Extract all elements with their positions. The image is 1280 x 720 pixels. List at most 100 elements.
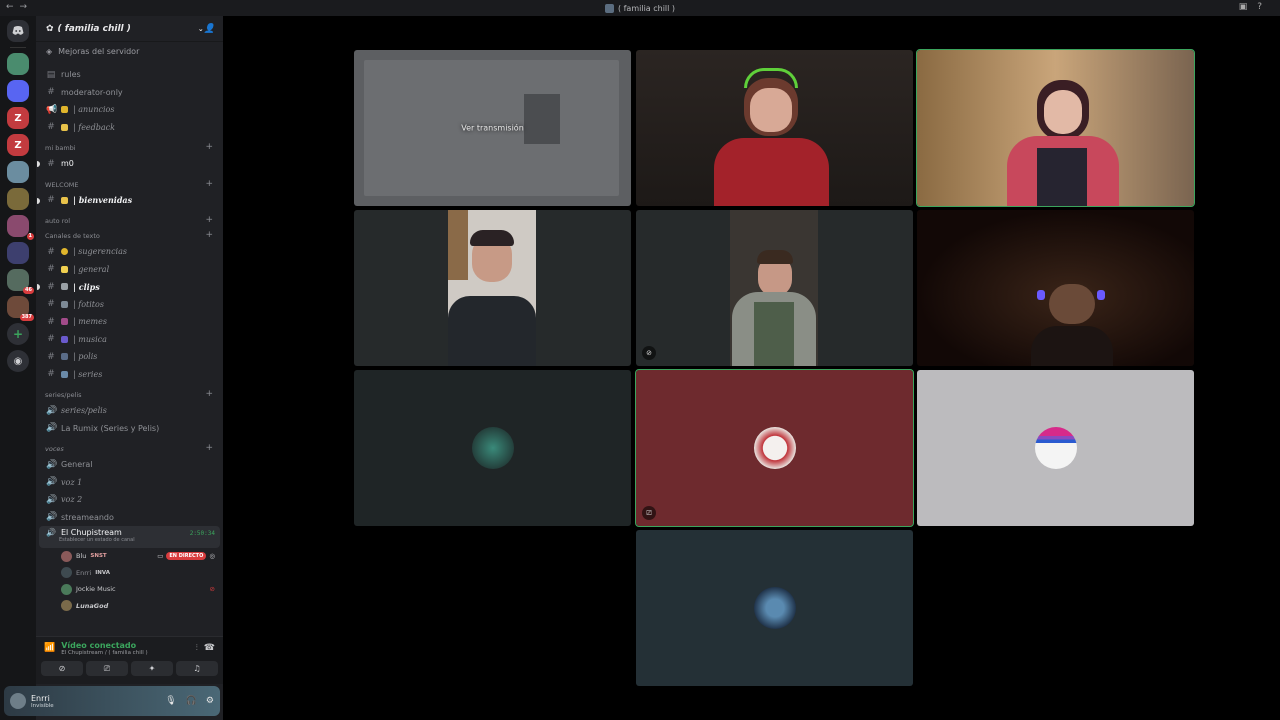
category-series-pelis[interactable]: series/pelis + [36,383,223,402]
forward-arrow-icon[interactable]: → [20,2,28,12]
channel-moderator-only[interactable]: # moderator-only [36,84,223,102]
user-avatar[interactable] [10,693,26,709]
username[interactable]: Enrri [31,694,54,703]
soundboard-button[interactable]: ♫ [176,661,218,676]
settings-gear-icon[interactable]: ⚙ [206,696,214,706]
meme-icon [61,318,68,326]
active-voice-channel[interactable]: 🔊 El Chupistream 2:50:34 Establecer un es… [39,526,220,548]
clip-icon [61,283,68,291]
add-channel-icon[interactable]: + [205,443,213,453]
activities-button[interactable]: ✦ [131,661,173,676]
voice-user[interactable]: Jockie Music ⊘ [36,581,223,598]
channel-anuncios[interactable]: 📢 | anuncios [36,101,223,119]
add-channel-icon[interactable]: + [205,389,213,399]
avatar [61,550,72,562]
category-mi-bambi[interactable]: mi bambi + [36,136,223,155]
voice-channel-path[interactable]: El Chupistream / ( familia chill ) [61,650,190,656]
voice-tile[interactable]: ⎚ [635,369,914,527]
channel-fotitos[interactable]: # | fotitos [36,296,223,314]
server-icon[interactable] [7,242,29,264]
add-server-icon[interactable]: + [7,323,29,345]
inbox-icon[interactable]: ▣ [1239,2,1248,12]
channel-sugerencias[interactable]: # | sugerencias [36,243,223,261]
channel-status[interactable]: Establecer un estado de canal [46,537,213,543]
help-icon[interactable]: ? [1257,2,1262,12]
video-tile[interactable] [917,210,1194,366]
voice-tile[interactable] [636,530,913,686]
headphones-icon[interactable]: 🎧 [186,696,197,706]
server-icon[interactable] [7,53,29,75]
wave-icon [61,196,68,204]
voice-channel-voz-2[interactable]: 🔊 voz 2 [36,491,223,509]
stream-tile[interactable]: Ver transmisión [354,50,631,206]
voice-channel-series-pelis[interactable]: 🔊 series/pelis [36,402,223,420]
channel-bienvenidas[interactable]: # | bienvenidas [36,192,223,210]
channel-memes[interactable]: # | memes [36,313,223,331]
server-header[interactable]: ✿ ( familia chill ) ⌄ 👤 [36,16,223,42]
watch-stream-label[interactable]: Ver transmisión [461,124,524,133]
category-welcome[interactable]: WELCOME + [36,173,223,192]
channel-rules[interactable]: ▤ rules [36,66,223,84]
video-tile[interactable] [916,49,1195,207]
channel-m0[interactable]: # m0 [36,155,223,173]
voice-user[interactable]: Blu SNST ▭ EN DIRECTO ◎ [36,548,223,565]
server-icon[interactable] [7,80,29,102]
server-icon[interactable]: 46 [7,269,34,294]
microphone-icon[interactable]: 🎙 [165,696,176,706]
participant-avatar [753,587,796,629]
voice-tile[interactable] [354,370,631,526]
bell-icon [61,106,68,114]
voice-channel-general[interactable]: 🔊 General [36,456,223,474]
server-icon[interactable]: Z [7,107,29,129]
voice-tile[interactable] [917,370,1194,526]
voice-user[interactable]: LunaGod [36,598,223,615]
category-auto-rol[interactable]: auto rol + [36,209,223,228]
add-channel-icon[interactable]: + [205,215,213,225]
speaker-icon: 🔊 [46,477,58,488]
photo-icon [61,300,68,308]
channel-musica[interactable]: # | musica [36,331,223,349]
discord-home-icon[interactable] [7,20,29,42]
noise-suppression-icon[interactable]: ⫶ [196,643,198,653]
category-canales-de-texto[interactable]: Canales de texto + [36,228,223,243]
server-icon[interactable] [7,161,29,183]
announcement-icon: 📢 [46,104,58,115]
add-channel-icon[interactable]: + [205,179,213,189]
add-channel-icon[interactable]: + [205,142,213,152]
channel-general[interactable]: # | general [36,261,223,279]
category-voces[interactable]: voces + [36,437,223,456]
back-arrow-icon[interactable]: ← [6,2,14,12]
speaker-icon: 🔊 [46,512,58,523]
screen-share-button[interactable]: ⎚ [86,661,128,676]
speaker-icon: 🔊 [46,405,58,416]
camera-off-button[interactable]: ⊘ [41,661,83,676]
channel-clips[interactable]: # | clips [36,278,223,296]
hash-icon: # [47,369,55,380]
server-icon[interactable]: 387 [7,296,34,321]
video-tile[interactable]: ⊘ [636,210,913,366]
explore-icon[interactable]: ◉ [7,350,29,372]
add-member-icon[interactable]: 👤 [204,24,215,34]
participant-video [706,68,836,206]
titlebar-actions: ▣ ? [1239,2,1262,12]
voice-user[interactable]: Enrri INVA [36,565,223,582]
add-channel-icon[interactable]: + [205,230,213,240]
disconnect-icon[interactable]: ☎ [204,643,215,653]
voice-channel-voz-1[interactable]: 🔊 voz 1 [36,474,223,492]
voice-channel-la-rumix[interactable]: 🔊 La Rumix (Series y Pelis) [36,420,223,438]
server-icon[interactable] [7,188,29,210]
server-boosts[interactable]: ◈ Mejoras del servidor [36,42,223,60]
channel-feedback[interactable]: # | feedback [36,119,223,137]
hash-icon: # [47,351,55,362]
hash-icon: # [47,158,55,169]
voice-channel-streameando[interactable]: 🔊 streameando [36,509,223,527]
voice-connected-label[interactable]: Vídeo conectado [61,641,190,650]
live-badge[interactable]: EN DIRECTO [166,552,207,561]
server-icon[interactable]: 1 [7,215,34,240]
server-icon[interactable]: Z [7,134,29,156]
video-tile[interactable] [354,210,631,366]
channel-polis[interactable]: # | polis [36,348,223,366]
channel-series[interactable]: # | series [36,366,223,384]
voice-connection-panel: 📶 Vídeo conectado El Chupistream / ( fam… [36,636,223,684]
video-tile[interactable] [636,50,913,206]
